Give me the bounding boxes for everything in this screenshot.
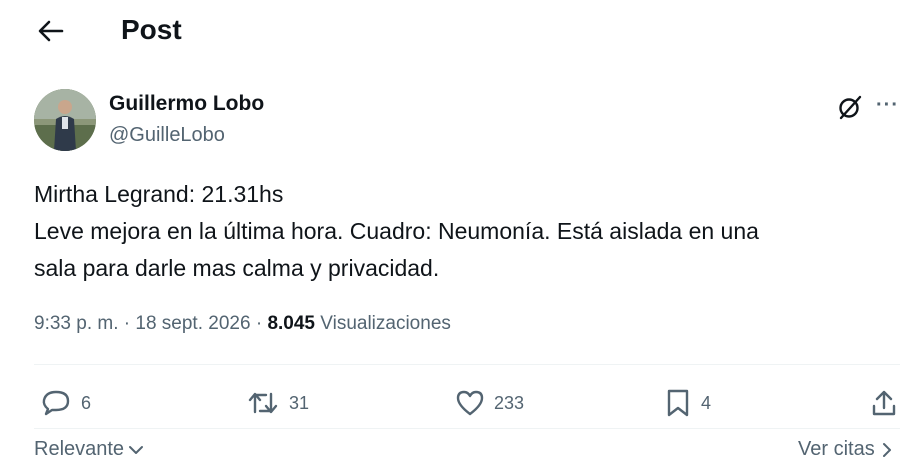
repost-count: 31 [289,392,310,413]
views-label: Visualizaciones [320,313,451,334]
grok-icon [839,95,862,120]
like-button[interactable]: 233 [455,386,524,420]
divider [34,364,900,365]
chevron-right-icon [882,442,891,457]
sort-label: Relevante [34,438,125,460]
more-options-button[interactable]: ··· [876,93,900,121]
meta-separator: · [255,313,263,334]
tweet-date[interactable]: 18 sept. 2026 [135,313,250,334]
divider [34,428,900,429]
avatar-image [34,89,96,151]
reply-button[interactable]: 6 [40,386,91,420]
tweet-line: Leve mejora en la última hora. Cuadro: N… [34,218,759,244]
like-count: 233 [494,392,525,413]
author-handle[interactable]: @GuilleLobo [109,124,225,147]
share-button[interactable] [870,386,898,420]
reply-icon [42,390,70,416]
post-header: Post [0,0,900,62]
heart-icon [456,390,484,416]
avatar[interactable] [34,89,96,151]
views-count: 8.045 [267,313,315,334]
tweet-time[interactable]: 9:33 p. m. [34,313,119,334]
meta-separator: · [123,313,131,334]
repost-button[interactable]: 31 [246,386,309,420]
back-button[interactable] [36,16,66,46]
action-bar: 6 31 233 4 [0,380,900,426]
author-name[interactable]: Guillermo Lobo [109,92,264,116]
arrow-left-icon [38,20,64,42]
view-quotes-label: Ver citas [798,438,875,460]
view-quotes-link[interactable]: Ver citas [798,438,893,461]
tweet-meta: 9:33 p. m. · 18 sept. 2026 · 8.045 Visua… [34,313,451,335]
grok-button[interactable] [836,93,864,121]
more-icon: ··· [876,94,899,116]
page-title: Post [121,14,182,45]
bookmark-icon [667,389,689,417]
bookmark-count: 4 [701,392,712,413]
chevron-down-icon [129,445,144,454]
bookmark-button[interactable]: 4 [664,386,711,420]
tweet-line: sala para darle mas calma y privacidad. [34,255,440,281]
sort-replies-dropdown[interactable]: Relevante [34,438,144,461]
reply-count: 6 [81,392,92,413]
tweet-text: Mirtha Legrand: 21.31hs Leve mejora en l… [34,176,884,287]
repost-icon [248,392,278,414]
share-icon [872,390,896,416]
tweet-line: Mirtha Legrand: 21.31hs [34,181,284,207]
